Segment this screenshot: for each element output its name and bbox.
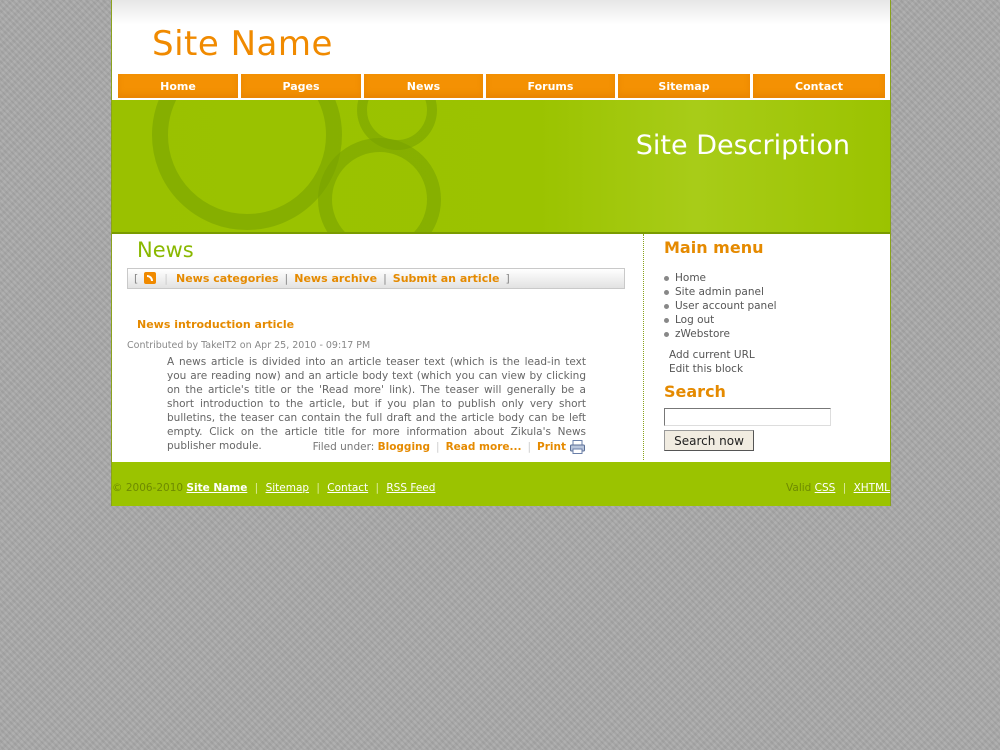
search-title: Search [664, 382, 726, 401]
footer-sitemap-link[interactable]: Sitemap [266, 482, 310, 494]
footer: © 2006-2010 Site Name | Sitemap | Contac… [112, 462, 890, 506]
separator: | [254, 482, 259, 494]
separator: | [164, 272, 169, 285]
news-archive-link[interactable]: News archive [294, 272, 377, 285]
banner: Site Description [112, 100, 890, 234]
menu-item-home[interactable]: Home [664, 271, 777, 285]
separator: | [527, 441, 532, 453]
valid-label: Valid [786, 482, 812, 494]
add-current-url-link[interactable]: Add current URL [669, 348, 755, 362]
valid-css-link[interactable]: CSS [815, 482, 836, 494]
main-menu-title: Main menu [664, 238, 764, 257]
main-content: News [ | News categories | News archive … [112, 234, 644, 460]
menu-item-user-account[interactable]: User account panel [664, 299, 777, 313]
main-menu-list: Home Site admin panel User account panel… [664, 271, 777, 341]
page-title: News [137, 238, 194, 262]
banner-ring-decoration [152, 100, 342, 230]
footer-right: Valid CSS | XHTML [786, 482, 890, 494]
page-container: Site Name Home Pages News Forums Sitemap… [111, 0, 891, 506]
separator: | [284, 272, 289, 285]
separator: | [375, 482, 380, 494]
rss-icon[interactable] [144, 271, 157, 284]
menu-item-site-admin[interactable]: Site admin panel [664, 285, 777, 299]
printer-icon[interactable] [570, 440, 585, 454]
filed-under-label: Filed under: [312, 441, 375, 453]
nav-forums[interactable]: Forums [486, 74, 615, 98]
article-footer: Filed under: Blogging | Read more... | P… [313, 440, 585, 454]
separator: | [842, 482, 847, 494]
bracket-open: [ [134, 272, 139, 285]
edit-block-link[interactable]: Edit this block [669, 362, 755, 376]
footer-left: © 2006-2010 Site Name | Sitemap | Contac… [112, 482, 435, 494]
footer-contact-link[interactable]: Contact [327, 482, 368, 494]
bracket-close: ] [505, 272, 510, 285]
nav-sitemap[interactable]: Sitemap [618, 74, 750, 98]
sidebar: Main menu Home Site admin panel User acc… [644, 234, 890, 460]
article-meta: Contributed by TakeIT2 on Apr 25, 2010 -… [127, 340, 371, 351]
header: Site Name [112, 0, 890, 72]
separator: | [316, 482, 320, 494]
submit-article-link[interactable]: Submit an article [393, 272, 500, 285]
site-description: Site Description [635, 130, 850, 161]
menu-item-zwebstore[interactable]: zWebstore [664, 327, 777, 341]
search-button[interactable]: Search now [664, 430, 754, 451]
separator: | [383, 272, 387, 285]
nav-news[interactable]: News [364, 74, 483, 98]
site-name[interactable]: Site Name [152, 24, 333, 64]
separator: | [436, 441, 440, 453]
nav-home[interactable]: Home [118, 74, 238, 98]
footer-site-name-link[interactable]: Site Name [186, 482, 247, 494]
search-input[interactable] [664, 408, 831, 426]
print-link[interactable]: Print [537, 441, 566, 453]
article-body: A news article is divided into an articl… [167, 356, 586, 452]
news-categories-link[interactable]: News categories [176, 272, 279, 285]
menu-item-logout[interactable]: Log out [664, 313, 777, 327]
nav-contact[interactable]: Contact [753, 74, 885, 98]
category-link[interactable]: Blogging [378, 441, 430, 453]
news-subnav: [ | News categories | News archive | Sub… [127, 268, 625, 289]
block-admin-links: Add current URL Edit this block [669, 348, 755, 376]
nav-pages[interactable]: Pages [241, 74, 361, 98]
footer-rss-link[interactable]: RSS Feed [386, 482, 435, 494]
read-more-link[interactable]: Read more... [446, 441, 522, 453]
main-nav: Home Pages News Forums Sitemap Contact [118, 74, 888, 98]
article-title[interactable]: News introduction article [137, 318, 294, 331]
copyright-text: © 2006-2010 [112, 482, 184, 494]
valid-xhtml-link[interactable]: XHTML [854, 482, 890, 494]
